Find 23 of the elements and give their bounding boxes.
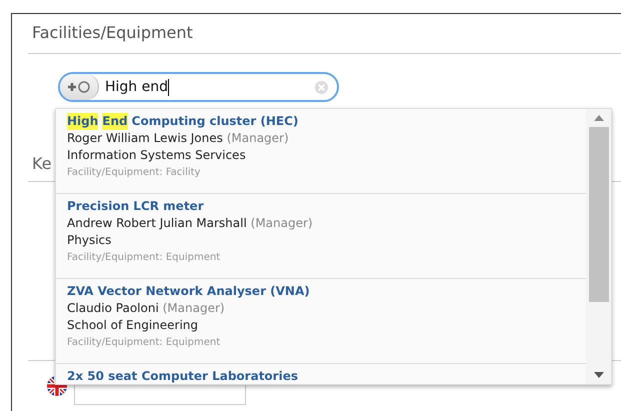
- department: Information Systems Services: [67, 147, 246, 164]
- department: School of Engineering: [67, 317, 198, 334]
- item-type: Facility/Equipment: Facility: [67, 166, 200, 180]
- field-label: Ke: [32, 154, 52, 173]
- search-input[interactable]: High end: [105, 79, 168, 95]
- section-title: Facilities/Equipment: [31, 22, 194, 44]
- item-title: 2x 50 seat Computer Laboratories: [67, 368, 298, 384]
- add-button[interactable]: [60, 74, 99, 100]
- item-title: Precision LCR meter: [67, 198, 204, 215]
- scroll-up-icon[interactable]: [594, 115, 604, 121]
- item-type: Facility/Equipment: Equipment: [67, 336, 220, 350]
- manager-name: Roger William Lewis Jones (Manager): [67, 130, 289, 147]
- item-title: High End Computing cluster (HEC): [67, 113, 298, 130]
- item-title: ZVA Vector Network Analyser (VNA): [67, 283, 310, 300]
- department: Physics: [67, 232, 112, 249]
- manager-name: Claudio Paoloni (Manager): [67, 300, 225, 317]
- search-field[interactable]: High end: [58, 72, 339, 102]
- plus-circle-icon: [66, 80, 92, 94]
- scrollbar[interactable]: [586, 109, 611, 384]
- suggestion-item[interactable]: High End Computing cluster (HEC) Roger William Lewis Jones (Manager) Information Systems Services Facility/Equipment: Facility: [56, 109, 586, 194]
- item-type: Facility/Equipment: Equipment: [67, 251, 220, 265]
- manager-name: Andrew Robert Julian Marshall (Manager): [67, 215, 313, 232]
- scroll-down-icon[interactable]: [594, 372, 604, 378]
